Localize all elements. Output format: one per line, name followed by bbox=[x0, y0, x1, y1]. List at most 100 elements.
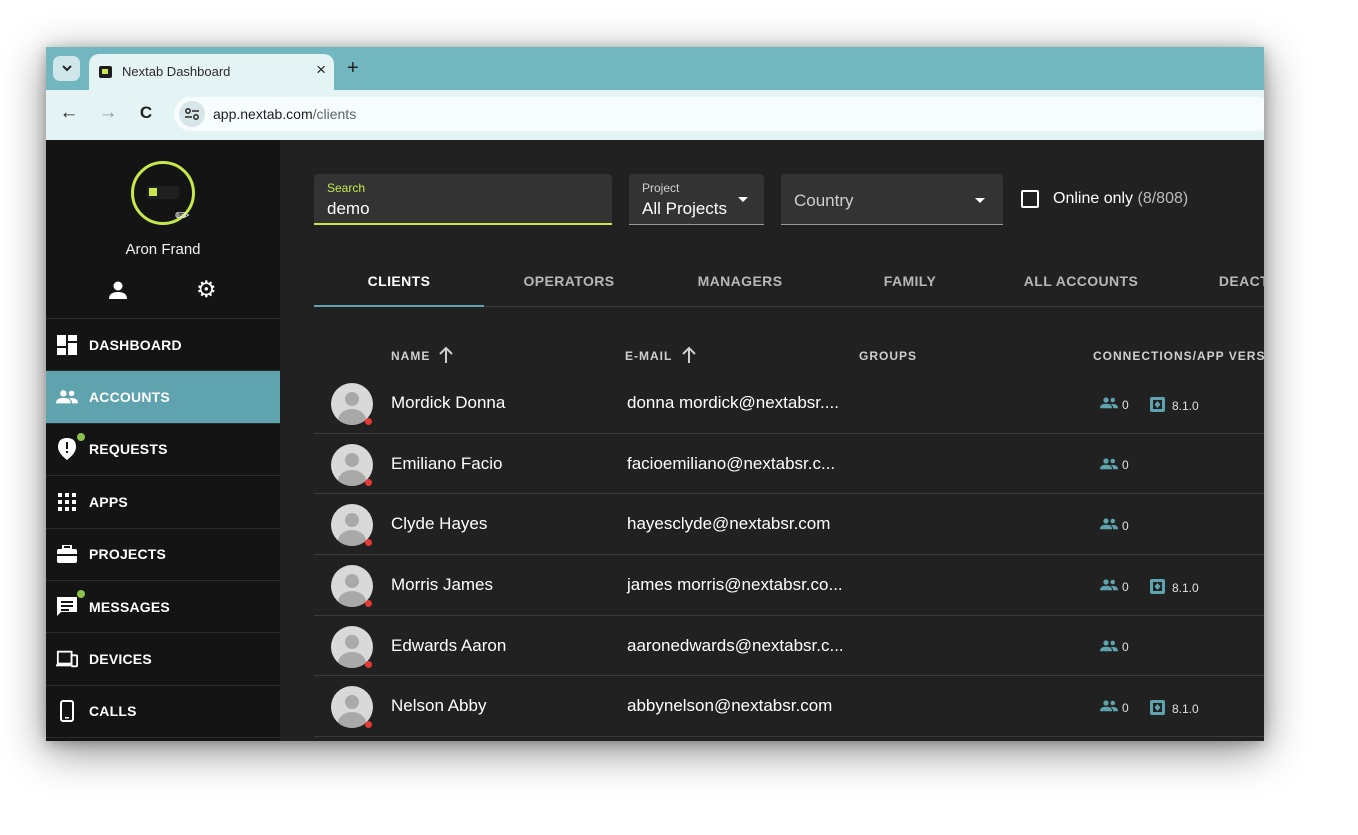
tab-family[interactable]: FAMILY bbox=[825, 270, 995, 307]
browser-window: Nextab Dashboard × + ← → C app.nextab.co… bbox=[46, 47, 1264, 741]
people-icon bbox=[1100, 518, 1118, 533]
url-text: app.nextab.com/clients bbox=[213, 106, 356, 122]
profile-name: Aron Frand bbox=[125, 241, 201, 258]
row-name: Clyde Hayes bbox=[391, 514, 488, 534]
nextab-favicon-icon bbox=[99, 66, 112, 78]
dropdown-arrow-icon bbox=[738, 197, 748, 202]
reload-button[interactable]: C bbox=[134, 103, 158, 123]
column-header-connections[interactable]: CONNECTIONS/APP VERS bbox=[1093, 349, 1264, 363]
sidebar-item-label: DASHBOARD bbox=[89, 336, 182, 353]
tab-all-accounts[interactable]: ALL ACCOUNTS bbox=[996, 270, 1166, 307]
sidebar-item-label: REQUESTS bbox=[89, 441, 168, 458]
sidebar-item-label: ACCOUNTS bbox=[89, 389, 170, 406]
connections-value: 0 bbox=[1122, 458, 1129, 473]
person-icon[interactable] bbox=[108, 280, 128, 305]
devices-icon bbox=[56, 648, 78, 670]
tab-managers[interactable]: MANAGERS bbox=[655, 270, 825, 307]
offline-status-dot bbox=[365, 721, 372, 729]
sidebar-item-projects[interactable]: PROJECTS bbox=[46, 529, 280, 581]
row-email: james morris@nextabsr.co... bbox=[627, 575, 843, 595]
online-only-label[interactable]: Online only (8/808) bbox=[1053, 190, 1188, 208]
sidebar-item-calls[interactable]: CALLS bbox=[46, 686, 280, 739]
online-only-checkbox[interactable] bbox=[1021, 190, 1039, 208]
tab-title: Nextab Dashboard bbox=[122, 64, 231, 79]
row-name: Emiliano Facio bbox=[391, 453, 503, 473]
connections-count: 0 bbox=[1100, 458, 1129, 473]
sidebar-item-requests[interactable]: REQUESTS bbox=[46, 424, 280, 477]
app-version: 8.1.0 bbox=[1150, 397, 1199, 415]
people-icon bbox=[1100, 397, 1118, 412]
project-label: Project bbox=[642, 181, 680, 195]
column-header-name[interactable]: NAME bbox=[391, 346, 453, 363]
people-icon bbox=[1100, 640, 1118, 655]
connections-count: 0 bbox=[1100, 640, 1129, 655]
project-value: All Projects bbox=[642, 199, 728, 218]
nextab-logo bbox=[147, 186, 179, 199]
table-row[interactable]: Clyde Hayes hayesclyde@nextabsr.com 0 bbox=[314, 494, 1264, 556]
sidebar-item-label: CALLS bbox=[89, 703, 137, 720]
table-row[interactable]: Mordick Donna donna mordick@nextabsr.... 0… bbox=[314, 373, 1264, 434]
sidebar: ✎ Aron Frand ⚙ DASHBOARD ACCOUNTS REQUES… bbox=[46, 140, 280, 741]
project-select[interactable]: Project All Projects bbox=[629, 174, 764, 225]
connections-value: 0 bbox=[1122, 700, 1129, 715]
sort-ascending-icon[interactable] bbox=[681, 346, 697, 364]
close-tab-icon[interactable]: × bbox=[316, 60, 326, 80]
account-tabs: CLIENTS OPERATORS MANAGERS FAMILY ALL AC… bbox=[314, 270, 1264, 307]
sidebar-item-dashboard[interactable]: DASHBOARD bbox=[46, 319, 280, 372]
tab-strip: Nextab Dashboard × + bbox=[46, 47, 1264, 90]
sidebar-nav: DASHBOARD ACCOUNTS REQUESTS APPS PROJECT… bbox=[46, 318, 280, 739]
address-bar[interactable]: app.nextab.com/clients bbox=[174, 97, 1264, 131]
dashboard-icon bbox=[56, 334, 78, 356]
offline-status-dot bbox=[365, 660, 372, 668]
country-select[interactable]: Country bbox=[781, 174, 1003, 225]
app-version: 8.1.0 bbox=[1150, 579, 1199, 597]
table-row[interactable]: Nelson Abby abbynelson@nextabsr.com 0 8.1.0 bbox=[314, 676, 1264, 738]
requests-icon bbox=[56, 438, 78, 461]
people-icon bbox=[1100, 579, 1118, 594]
url-path: /clients bbox=[312, 106, 357, 122]
column-header-name-label: NAME bbox=[391, 349, 431, 363]
tab-clients[interactable]: CLIENTS bbox=[314, 270, 484, 307]
phone-icon bbox=[56, 700, 78, 723]
country-placeholder: Country bbox=[794, 191, 854, 210]
chevron-down-icon bbox=[61, 65, 72, 72]
browser-tab[interactable]: Nextab Dashboard × bbox=[89, 54, 334, 90]
main-content: Search demo Project All Projects Country… bbox=[280, 140, 1264, 741]
online-count: (8/808) bbox=[1137, 190, 1189, 207]
people-icon bbox=[56, 386, 78, 408]
gear-icon[interactable]: ⚙ bbox=[196, 278, 217, 301]
app-version-icon bbox=[1150, 579, 1165, 597]
tab-deactivated[interactable]: DEACTIV bbox=[1166, 270, 1264, 307]
table-row[interactable]: Morris James james morris@nextabsr.co... 0… bbox=[314, 555, 1264, 616]
column-header-email[interactable]: E-MAIL bbox=[625, 346, 696, 363]
forward-button[interactable]: → bbox=[96, 102, 120, 124]
connections-count: 0 bbox=[1100, 397, 1129, 412]
sidebar-item-messages[interactable]: MESSAGES bbox=[46, 581, 280, 634]
table-row[interactable]: Emiliano Facio facioemiliano@nextabsr.c..… bbox=[314, 434, 1264, 495]
search-input[interactable]: Search demo bbox=[314, 174, 612, 225]
tune-icon bbox=[184, 107, 200, 121]
sidebar-item-devices[interactable]: DEVICES bbox=[46, 633, 280, 686]
accounts-table-body: Mordick Donna donna mordick@nextabsr.... 0… bbox=[314, 373, 1264, 738]
connections-value: 0 bbox=[1122, 518, 1129, 533]
sidebar-item-apps[interactable]: APPS bbox=[46, 476, 280, 529]
row-name: Nelson Abby bbox=[391, 696, 487, 716]
back-button[interactable]: ← bbox=[57, 102, 81, 124]
sort-ascending-icon[interactable] bbox=[438, 346, 454, 364]
site-info-button[interactable] bbox=[179, 101, 205, 127]
app-version-icon bbox=[1150, 700, 1165, 718]
sidebar-item-accounts[interactable]: ACCOUNTS bbox=[46, 371, 280, 424]
row-name: Morris James bbox=[391, 575, 494, 595]
url-host: app.nextab.com bbox=[213, 106, 313, 122]
connections-count: 0 bbox=[1100, 700, 1129, 715]
table-row[interactable]: Edwards Aaron aaronedwards@nextabsr.c... 0 bbox=[314, 616, 1264, 677]
column-header-groups[interactable]: GROUPS bbox=[859, 349, 917, 363]
new-tab-button[interactable]: + bbox=[347, 57, 359, 80]
app-version-value: 8.1.0 bbox=[1172, 399, 1199, 413]
message-icon bbox=[56, 596, 78, 618]
tab-operators[interactable]: OPERATORS bbox=[484, 270, 654, 307]
people-icon bbox=[1100, 700, 1118, 715]
search-label: Search bbox=[327, 181, 366, 195]
tab-list-button[interactable] bbox=[53, 56, 80, 81]
connections-value: 0 bbox=[1122, 579, 1129, 594]
